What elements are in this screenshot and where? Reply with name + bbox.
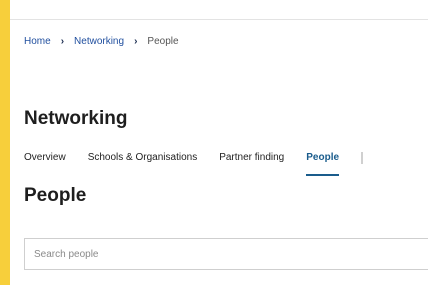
tab-people[interactable]: People	[306, 152, 339, 176]
tab-partner-finding[interactable]: Partner finding	[219, 152, 284, 174]
breadcrumb-home-link[interactable]: Home	[24, 36, 51, 47]
breadcrumb-current: People	[147, 36, 179, 47]
tab-schools-organisations[interactable]: Schools & Organisations	[88, 152, 198, 174]
page-title: People	[24, 185, 87, 206]
section-title: Networking	[24, 108, 128, 129]
content-panel: Home › Networking › People Networking Ov…	[10, 0, 428, 285]
chevron-right-icon: ›	[60, 35, 65, 47]
search-input[interactable]	[24, 238, 428, 270]
chevron-right-icon: ›	[134, 35, 138, 47]
breadcrumb-networking-link[interactable]: Networking	[74, 36, 124, 47]
top-divider	[10, 19, 428, 20]
tab-overflow-divider	[361, 152, 364, 164]
tab-overview[interactable]: Overview	[24, 152, 66, 174]
tab-bar: Overview Schools & Organisations Partner…	[24, 152, 428, 176]
breadcrumb: Home › Networking › People	[24, 36, 179, 47]
